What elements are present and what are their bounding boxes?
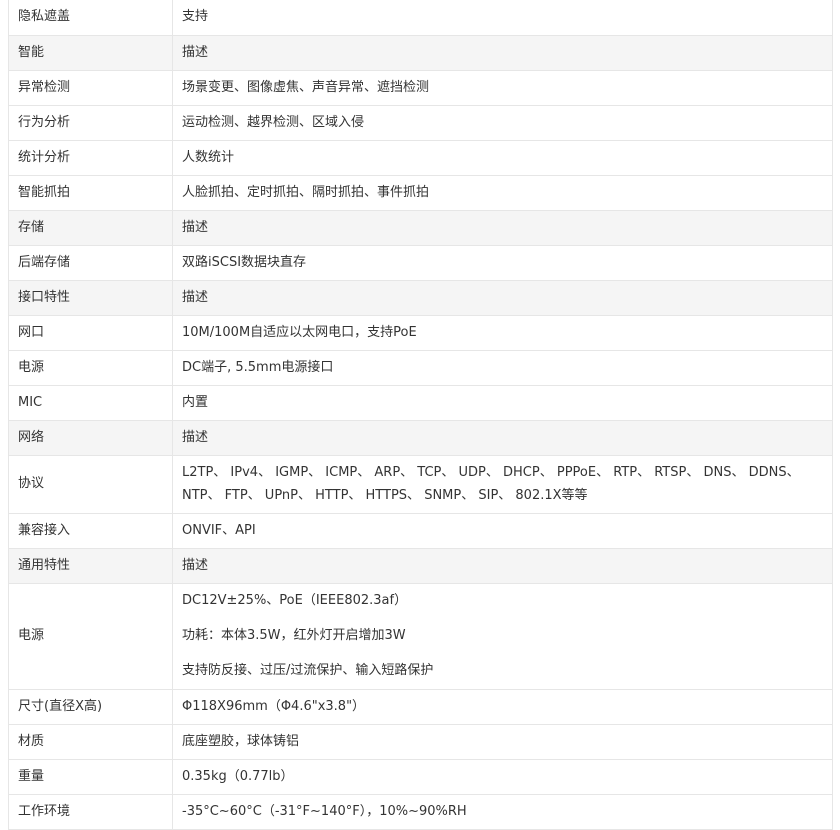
spec-value: 人脸抓拍、定时抓拍、隔时抓拍、事件抓拍 xyxy=(172,174,833,211)
spec-value: ONVIF、API xyxy=(172,512,833,549)
spec-value: 0.35kg（0.77lb） xyxy=(172,758,833,795)
table-row: 电源 DC端子, 5.5mm电源接口 xyxy=(8,349,833,386)
table-row: MIC 内置 xyxy=(8,384,833,421)
spec-value-line: DC12V±25%、PoE（IEEE802.3af） xyxy=(182,593,408,608)
spec-value-line: 功耗：本体3.5W，红外灯开启增加3W xyxy=(182,628,406,643)
spec-value: L2TP、 IPv4、 IGMP、 ICMP、 ARP、 TCP、 UDP、 D… xyxy=(172,454,833,514)
table-row: 网口 10M/100M自适应以太网电口，支持PoE xyxy=(8,314,833,351)
spec-value: 内置 xyxy=(172,384,833,421)
section-label: 智能 xyxy=(8,34,173,71)
spec-value: 底座塑胶，球体铸铝 xyxy=(172,723,833,760)
table-row: 协议 L2TP、 IPv4、 IGMP、 ICMP、 ARP、 TCP、 UDP… xyxy=(8,454,833,514)
spec-value-multiline: DC12V±25%、PoE（IEEE802.3af） 功耗：本体3.5W，红外灯… xyxy=(172,582,833,690)
spec-label: 材质 xyxy=(8,723,173,760)
spec-label: 电源 xyxy=(8,349,173,386)
spec-label: 智能抓拍 xyxy=(8,174,173,211)
section-header-row: 接口特性 描述 xyxy=(8,279,833,316)
spec-value-line: 支持防反接、过压/过流保护、输入短路保护 xyxy=(182,663,434,678)
table-row: 异常检测 场景变更、图像虚焦、声音异常、遮挡检测 xyxy=(8,69,833,106)
section-value: 描述 xyxy=(172,279,833,316)
section-header-row: 网络 描述 xyxy=(8,419,833,456)
section-label: 接口特性 xyxy=(8,279,173,316)
spec-label: 隐私遮盖 xyxy=(8,0,173,36)
spec-table: 隐私遮盖 支持 智能 描述 异常检测 场景变更、图像虚焦、声音异常、遮挡检测 行… xyxy=(8,0,833,830)
spec-label: 网口 xyxy=(8,314,173,351)
table-row: 重量 0.35kg（0.77lb） xyxy=(8,758,833,795)
spec-value: 支持 xyxy=(172,0,833,36)
spec-label: 统计分析 xyxy=(8,139,173,176)
spec-label: 尺寸(直径X高) xyxy=(8,688,173,725)
section-header-row: 通用特性 描述 xyxy=(8,547,833,584)
section-label: 通用特性 xyxy=(8,547,173,584)
table-row: 材质 底座塑胶，球体铸铝 xyxy=(8,723,833,760)
table-row: 隐私遮盖 支持 xyxy=(8,0,833,36)
section-value: 描述 xyxy=(172,34,833,71)
table-row: 智能抓拍 人脸抓拍、定时抓拍、隔时抓拍、事件抓拍 xyxy=(8,174,833,211)
section-value: 描述 xyxy=(172,419,833,456)
table-row: 统计分析 人数统计 xyxy=(8,139,833,176)
spec-value: Φ118X96mm（Φ4.6"x3.8"） xyxy=(172,688,833,725)
spec-label: 协议 xyxy=(8,454,173,514)
spec-label: 兼容接入 xyxy=(8,512,173,549)
section-value: 描述 xyxy=(172,209,833,246)
spec-label: 异常检测 xyxy=(8,69,173,106)
section-value: 描述 xyxy=(172,547,833,584)
spec-label: MIC xyxy=(8,384,173,421)
table-row: 行为分析 运动检测、越界检测、区域入侵 xyxy=(8,104,833,141)
table-row: 兼容接入 ONVIF、API xyxy=(8,512,833,549)
section-label: 存储 xyxy=(8,209,173,246)
spec-label: 电源 xyxy=(8,582,173,690)
spec-label: 行为分析 xyxy=(8,104,173,141)
section-header-row: 存储 描述 xyxy=(8,209,833,246)
spec-value: 场景变更、图像虚焦、声音异常、遮挡检测 xyxy=(172,69,833,106)
spec-value: 双路iSCSI数据块直存 xyxy=(172,244,833,281)
table-row: 电源 DC12V±25%、PoE（IEEE802.3af） 功耗：本体3.5W，… xyxy=(8,582,833,690)
spec-label: 重量 xyxy=(8,758,173,795)
table-row: 尺寸(直径X高) Φ118X96mm（Φ4.6"x3.8"） xyxy=(8,688,833,725)
table-row: 后端存储 双路iSCSI数据块直存 xyxy=(8,244,833,281)
spec-value: 运动检测、越界检测、区域入侵 xyxy=(172,104,833,141)
spec-value: 10M/100M自适应以太网电口，支持PoE xyxy=(172,314,833,351)
spec-label: 后端存储 xyxy=(8,244,173,281)
section-header-row: 智能 描述 xyxy=(8,34,833,71)
spec-value: 人数统计 xyxy=(172,139,833,176)
section-label: 网络 xyxy=(8,419,173,456)
spec-value: DC端子, 5.5mm电源接口 xyxy=(172,349,833,386)
